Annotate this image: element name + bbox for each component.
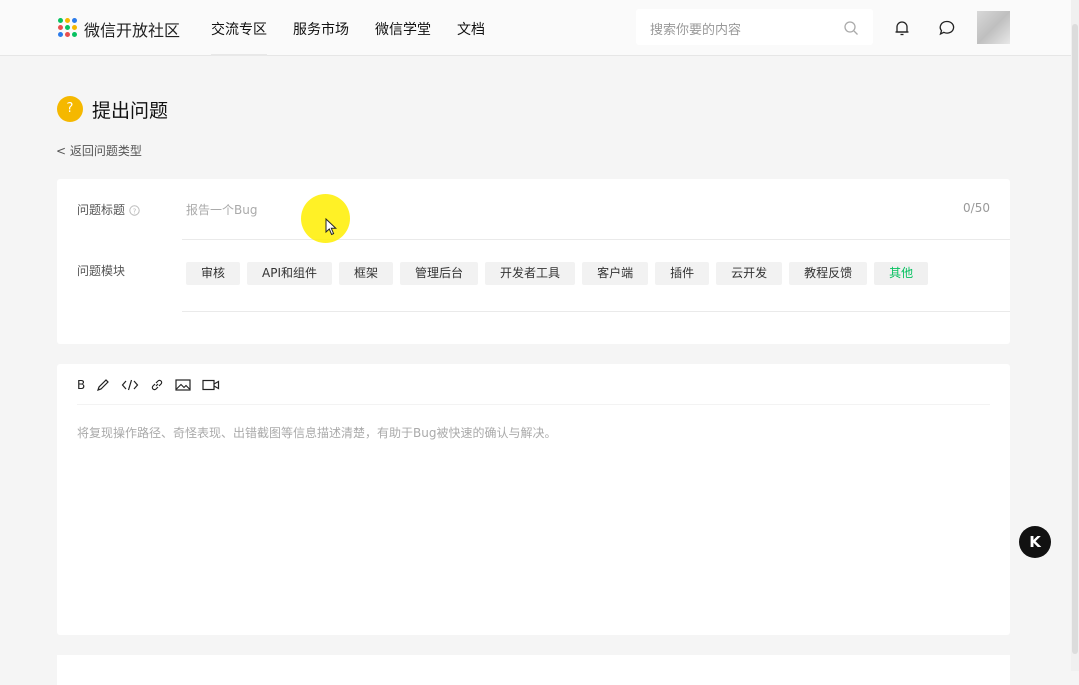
- module-chip-devtools[interactable]: 开发者工具: [485, 262, 576, 285]
- bell-icon[interactable]: [893, 19, 911, 37]
- search-icon[interactable]: [843, 20, 859, 36]
- editor-card: B 将复现操作路径、奇怪表现、出错截图等信息描述清楚，有助于Bug被快速的确认与…: [57, 364, 1010, 635]
- search-box[interactable]: 搜索你要的内容: [636, 9, 873, 45]
- module-chip-api[interactable]: API和组件: [247, 262, 333, 285]
- module-chip-tutorial[interactable]: 教程反馈: [789, 262, 868, 285]
- nav-item-academy[interactable]: 微信学堂: [375, 19, 431, 39]
- main-nav: 交流专区 服务市场 微信学堂 文档: [211, 19, 511, 39]
- module-chip-plugin[interactable]: 插件: [655, 262, 710, 285]
- divider: [182, 311, 1010, 312]
- user-avatar[interactable]: [977, 11, 1010, 44]
- page-scrollbar[interactable]: [1071, 0, 1079, 671]
- back-link[interactable]: < 返回问题类型: [56, 142, 142, 159]
- bold-button[interactable]: B: [77, 377, 85, 393]
- editor-textarea[interactable]: 将复现操作路径、奇怪表现、出错截图等信息描述清楚，有助于Bug被快速的确认与解决…: [77, 424, 556, 441]
- link-icon[interactable]: [150, 377, 164, 393]
- floating-assistant-button[interactable]: K: [1019, 526, 1051, 558]
- code-icon[interactable]: [121, 377, 139, 393]
- page-title: 提出问题: [92, 100, 169, 122]
- module-chip-framework[interactable]: 框架: [339, 262, 394, 285]
- title-char-counter: 0/50: [963, 201, 990, 215]
- next-card: [57, 655, 1010, 685]
- title-input[interactable]: 报告一个Bug: [186, 201, 257, 218]
- nav-item-market[interactable]: 服务市场: [293, 19, 349, 39]
- brand-name[interactable]: 微信开放社区: [84, 17, 180, 41]
- toolbar-divider: [77, 404, 990, 405]
- title-label-text: 问题标题: [77, 203, 126, 217]
- question-icon: ?: [57, 96, 83, 122]
- module-chip-review[interactable]: 审核: [186, 262, 241, 285]
- nav-active-indicator: [211, 54, 267, 56]
- search-placeholder[interactable]: 搜索你要的内容: [650, 19, 741, 38]
- module-chip-list: 审核 API和组件 框架 管理后台 开发者工具 客户端 插件 云开发 教程反馈 …: [186, 262, 935, 285]
- image-icon[interactable]: [175, 377, 191, 393]
- module-chip-admin[interactable]: 管理后台: [400, 262, 479, 285]
- top-header: 微信开放社区 交流专区 服务市场 微信学堂 文档 搜索你要的内容: [0, 0, 1079, 56]
- title-label: 问题标题?: [77, 201, 140, 218]
- svg-text:?: ?: [133, 207, 137, 215]
- module-chip-cloud[interactable]: 云开发: [716, 262, 783, 285]
- pen-icon[interactable]: [96, 377, 110, 393]
- module-chip-client[interactable]: 客户端: [582, 262, 649, 285]
- module-label: 问题模块: [77, 264, 126, 278]
- nav-item-community[interactable]: 交流专区: [211, 19, 267, 39]
- divider: [182, 239, 1010, 240]
- chat-icon[interactable]: [938, 19, 956, 37]
- video-icon[interactable]: [202, 377, 220, 393]
- question-form-card: 问题标题? 报告一个Bug 0/50 问题模块 审核 API和组件 框架 管理后…: [57, 179, 1010, 344]
- module-chip-other[interactable]: 其他: [874, 262, 929, 285]
- wechat-logo-icon[interactable]: [58, 18, 78, 38]
- nav-item-docs[interactable]: 文档: [457, 19, 485, 39]
- mouse-pointer-icon: [325, 218, 337, 236]
- help-icon[interactable]: ?: [129, 205, 140, 216]
- editor-toolbar: B: [77, 377, 231, 393]
- scrollbar-thumb[interactable]: [1072, 24, 1078, 654]
